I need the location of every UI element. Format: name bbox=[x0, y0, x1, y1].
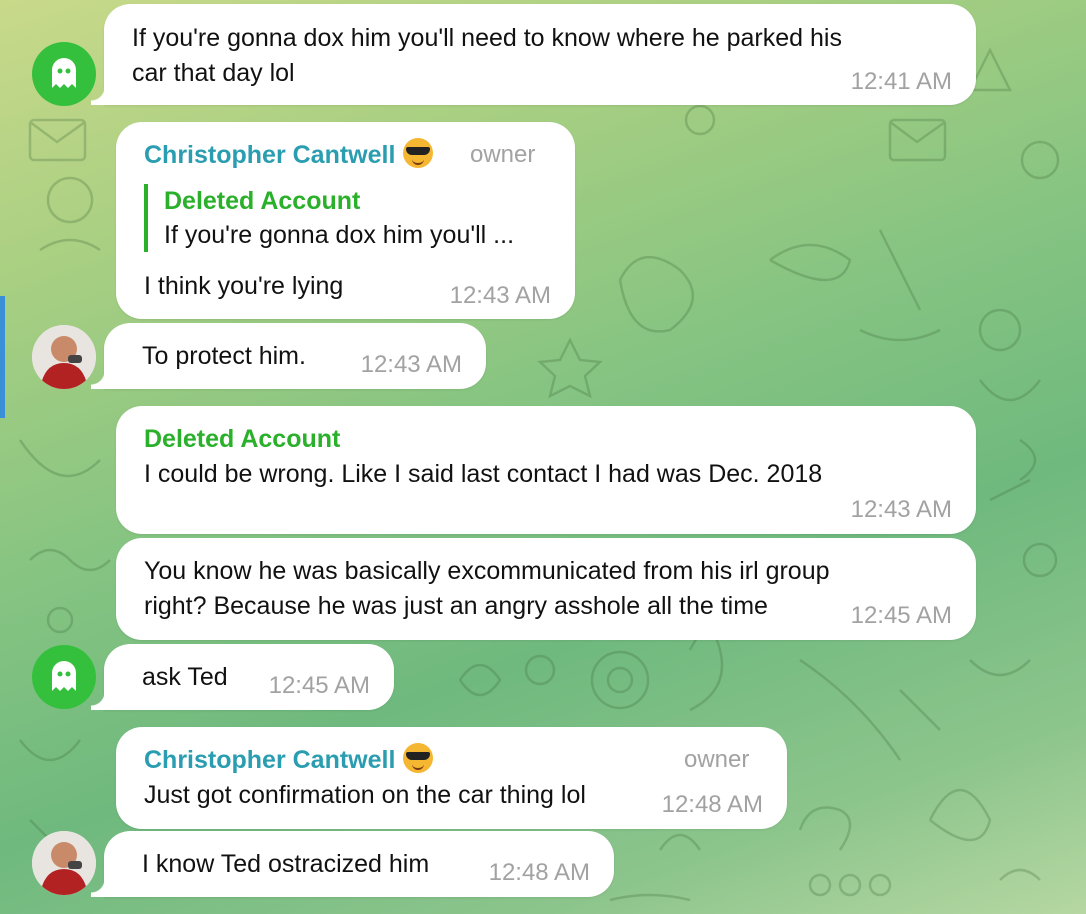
message-bubble[interactable]: Christopher Cantwell owner Deleted Accou… bbox=[116, 122, 575, 319]
message-text: If you're gonna dox him you'll need to k… bbox=[132, 24, 842, 52]
message-bubble[interactable]: If you're gonna dox him you'll need to k… bbox=[91, 4, 976, 105]
message-time: 12:48 AM bbox=[488, 859, 590, 886]
message-text: I know Ted ostracized him bbox=[142, 850, 430, 878]
message-time: 12:43 AM bbox=[360, 351, 462, 378]
message-text: ask Ted bbox=[142, 663, 228, 691]
reply-quote[interactable]: Deleted Account If you're gonna dox him … bbox=[144, 184, 514, 252]
reply-sender-name: Deleted Account bbox=[164, 187, 361, 215]
sunglasses-emoji-icon bbox=[403, 743, 434, 773]
owner-badge: owner bbox=[684, 746, 750, 773]
message-text: You know he was basically excommunicated… bbox=[144, 557, 830, 585]
message-text: right? Because he was just an angry assh… bbox=[144, 592, 768, 620]
ghost-avatar-icon[interactable] bbox=[32, 645, 96, 709]
sender-name[interactable]: Christopher Cantwell bbox=[144, 138, 434, 172]
message-text: Just got confirmation on the car thing l… bbox=[144, 781, 586, 809]
reply-text: If you're gonna dox him you'll ... bbox=[164, 221, 515, 249]
sender-name[interactable]: Christopher Cantwell bbox=[144, 743, 434, 777]
message-bubble[interactable]: I know Ted ostracized him 12:48 AM bbox=[91, 831, 614, 897]
message-time: 12:48 AM bbox=[661, 791, 763, 818]
message-time: 12:45 AM bbox=[850, 602, 952, 629]
message-bubble[interactable]: You know he was basically excommunicated… bbox=[116, 538, 976, 640]
message-text: car that day lol bbox=[132, 59, 295, 87]
cantwell-avatar[interactable] bbox=[32, 325, 96, 389]
cantwell-avatar[interactable] bbox=[32, 831, 96, 895]
message-bubble[interactable]: Deleted Account I could be wrong. Like I… bbox=[116, 406, 976, 534]
message-time: 12:45 AM bbox=[268, 672, 370, 699]
owner-badge: owner bbox=[470, 141, 536, 168]
sender-name[interactable]: Deleted Account bbox=[144, 422, 340, 456]
message-time: 12:43 AM bbox=[850, 496, 952, 523]
message-time: 12:41 AM bbox=[850, 68, 952, 95]
ghost-avatar-icon[interactable] bbox=[32, 42, 96, 106]
message-text: I could be wrong. Like I said last conta… bbox=[144, 460, 823, 488]
chat-list-selection-accent bbox=[0, 296, 5, 418]
message-time: 12:43 AM bbox=[449, 282, 551, 309]
message-text: I think you're lying bbox=[144, 272, 344, 300]
message-bubble[interactable]: To protect him. 12:43 AM bbox=[91, 323, 486, 389]
sunglasses-emoji-icon bbox=[403, 138, 434, 168]
message-text: To protect him. bbox=[142, 342, 306, 370]
message-bubble[interactable]: ask Ted 12:45 AM bbox=[91, 644, 394, 710]
message-bubble[interactable]: Christopher Cantwell owner Just got conf… bbox=[116, 727, 787, 829]
